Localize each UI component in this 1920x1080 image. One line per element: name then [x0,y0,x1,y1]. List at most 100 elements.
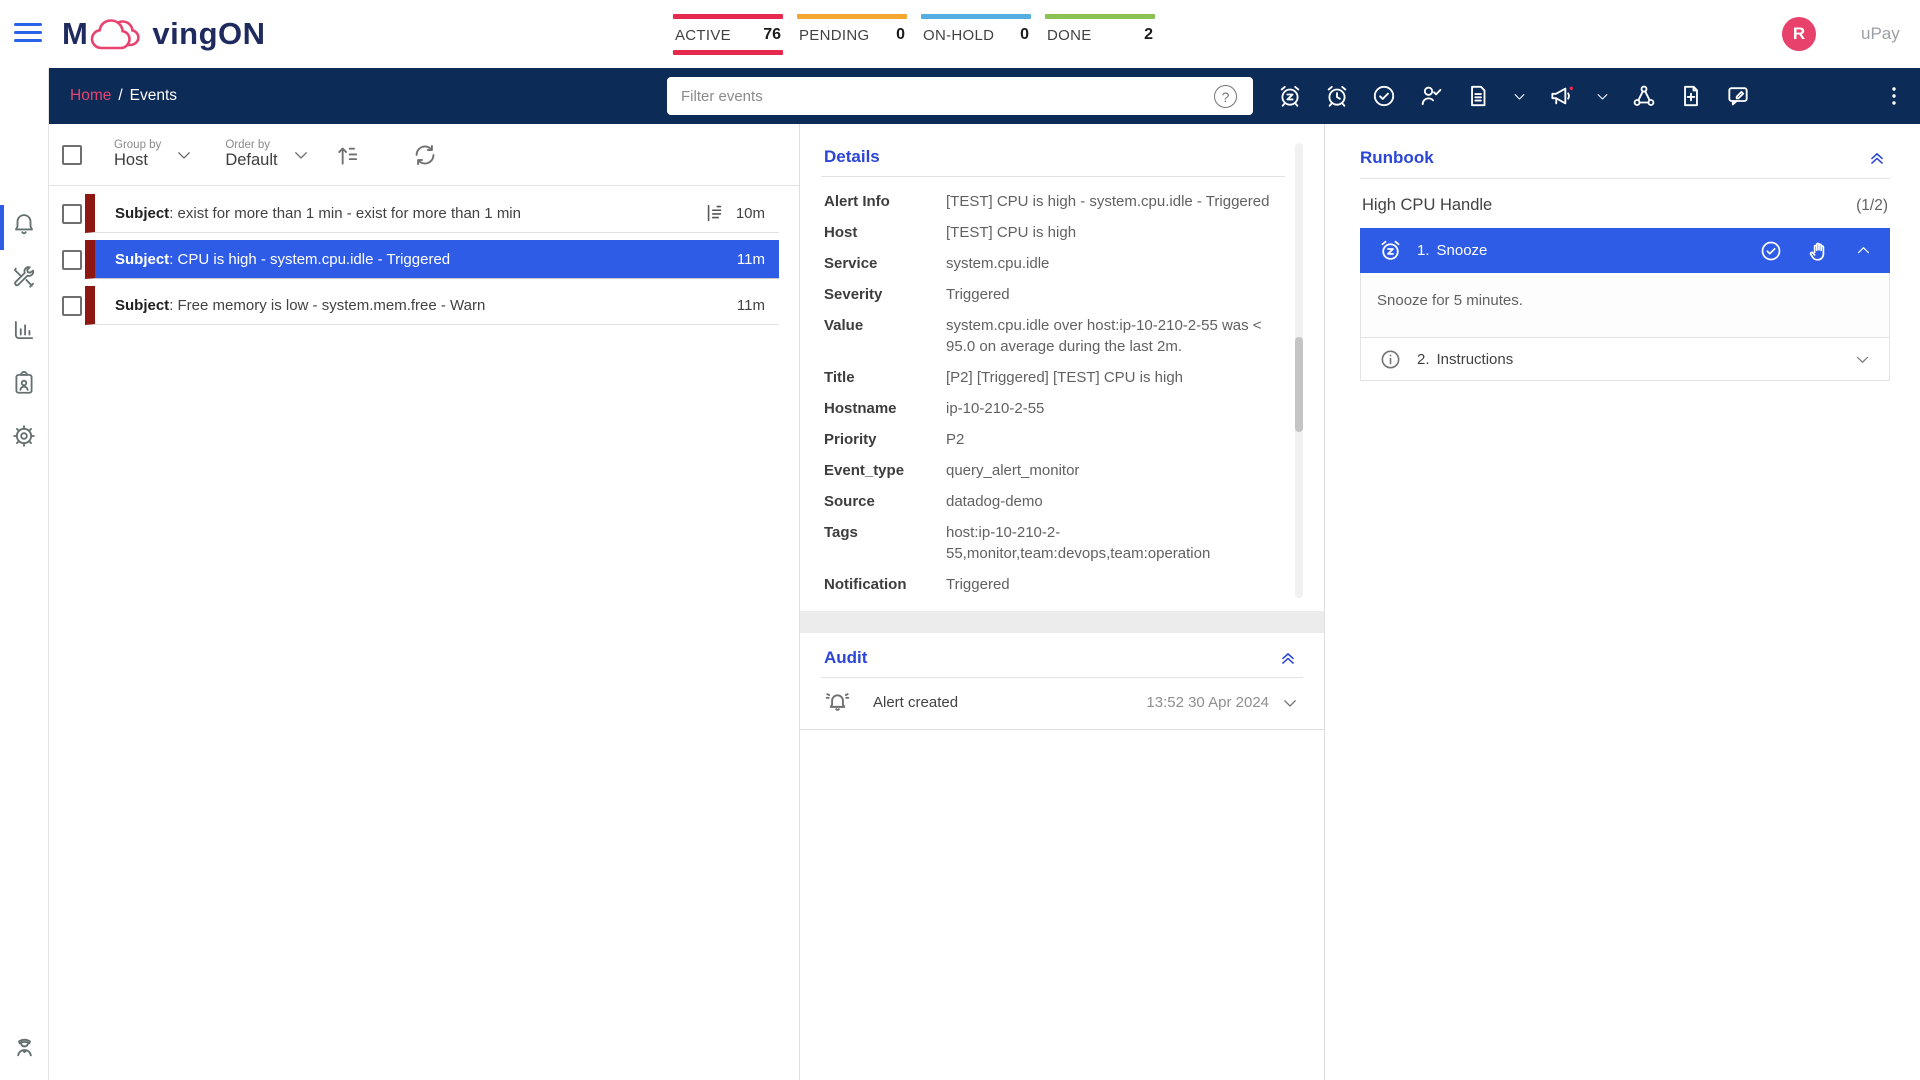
file-add-icon[interactable] [1678,83,1704,109]
clipboard-person-icon[interactable] [11,370,37,396]
chevron-down-icon[interactable] [292,146,310,164]
bar-chart-icon[interactable] [11,317,37,343]
user-check-icon[interactable] [1418,83,1444,109]
cloud-logo-icon [85,12,157,56]
refresh-icon[interactable] [412,142,438,168]
audit-card: Audit Alert created 13:52 30 Apr 2024 [800,633,1324,730]
field-value: system.cpu.idle over host:ip-10-210-2-55… [946,315,1278,357]
check-circle-icon[interactable] [1371,83,1397,109]
hamburger-menu-icon[interactable] [14,23,42,45]
step-label: Snooze [1437,242,1488,259]
left-sidebar [0,68,49,1080]
event-subject-label: Subject [115,297,169,314]
audit-entry: Alert created 13:52 30 Apr 2024 [821,678,1303,729]
event-checkbox[interactable] [62,204,82,224]
runbook-panel: Runbook High CPU Handle (1/2) 1. Snooze [1325,124,1920,1080]
hand-icon[interactable] [1807,239,1831,263]
filter-events-input[interactable] [667,77,1253,115]
field-label: Value [824,315,946,357]
chevron-up-icon[interactable] [1855,242,1872,259]
event-checkbox[interactable] [62,296,82,316]
audit-entry-text: Alert created [873,694,958,711]
event-row-body[interactable]: Subject: CPU is high - system.cpu.idle -… [85,240,779,279]
field-value: system.cpu.idle [946,253,1049,274]
runbook-step-1-body: Snooze for 5 minutes. [1360,273,1890,338]
field-label: Tags [824,522,946,564]
gear-icon[interactable] [11,423,37,449]
event-row-body[interactable]: Subject: exist for more than 1 min - exi… [85,194,779,233]
tools-icon[interactable] [11,264,37,290]
details-panel: Details Alert Info[TEST] CPU is high - s… [800,124,1325,1080]
field-label: Severity [824,284,946,305]
bell-icon[interactable] [11,211,37,237]
snooze-alarm-icon[interactable] [1277,83,1303,109]
field-value: P2 [946,429,964,450]
event-age: 11m [737,251,765,268]
operator-icon[interactable] [11,1033,38,1060]
group-by-label: Group by [114,139,161,151]
tab-label: PENDING [799,27,869,44]
events-list-header: Group by Host Order by Default [49,124,799,186]
chevron-down-icon[interactable] [1512,89,1527,104]
order-by-control[interactable]: Order by Default [225,139,277,170]
alarm-clock-icon[interactable] [1324,83,1350,109]
order-by-label: Order by [225,139,277,151]
breadcrumb-home-link[interactable]: Home [70,87,111,105]
details-scrollbar-thumb[interactable] [1295,337,1303,432]
event-checkbox[interactable] [62,250,82,270]
complete-step-check-circle-icon[interactable] [1759,239,1783,263]
event-subject-text: : Free memory is low - system.mem.free -… [169,297,485,314]
app-logo: M vingON [62,0,266,68]
chevron-down-icon[interactable] [1281,694,1299,712]
event-row-body[interactable]: Subject: Free memory is low - system.mem… [85,286,779,325]
comment-edit-icon[interactable] [1725,83,1751,109]
kebab-menu-icon[interactable] [1882,84,1906,108]
field-value: [TEST] CPU is high [946,222,1076,243]
help-circle-icon[interactable]: ? [1214,85,1237,108]
runbook-name-row: High CPU Handle (1/2) [1362,196,1888,215]
field-label: Notification [824,574,946,595]
group-by-control[interactable]: Group by Host [114,139,161,170]
event-age: 10m [736,205,765,222]
document-icon[interactable] [1465,83,1491,109]
toolbar-actions [1277,68,1751,124]
megaphone-icon[interactable] [1548,83,1574,109]
tab-done[interactable]: DONE 2 [1045,14,1155,55]
audit-title: Audit [824,648,867,668]
sort-icon[interactable] [334,142,360,168]
share-network-icon[interactable] [1631,83,1657,109]
active-nav-indicator [0,205,4,250]
events-toolbar: Home / Events ? [49,68,1920,124]
event-age: 11m [737,297,765,314]
runbook-step-1-header[interactable]: 1. Snooze [1360,228,1890,273]
field-label: Priority [824,429,946,450]
events-list-panel: Group by Host Order by Default [49,124,800,1080]
field-label: Title [824,367,946,388]
audit-entry-timestamp: 13:52 30 Apr 2024 [1146,694,1269,711]
logo-text-suffix: vingON [152,16,265,52]
tab-label: DONE [1047,27,1092,44]
event-log-icon[interactable] [704,202,726,224]
chevron-down-icon[interactable] [1595,89,1610,104]
runbook-step-2-header[interactable]: 2. Instructions [1360,338,1890,381]
tab-count: 2 [1144,26,1153,44]
chevron-down-icon[interactable] [175,146,193,164]
tab-on-hold[interactable]: ON-HOLD 0 [921,14,1031,55]
info-circle-icon [1379,348,1402,371]
runbook-name: High CPU Handle [1362,196,1492,215]
user-avatar[interactable]: R [1782,17,1816,51]
breadcrumb-separator: / [118,87,122,105]
main-content: Group by Host Order by Default [49,124,1920,1080]
field-label: Alert Info [824,191,946,212]
app-header: M vingON ACTIVE 76 PENDING 0 [0,0,1920,68]
event-row: Subject: exist for more than 1 min - exi… [62,194,779,233]
collapse-double-chevron-up-icon[interactable] [1277,647,1299,669]
tab-pending[interactable]: PENDING 0 [797,14,907,55]
select-all-checkbox[interactable] [62,145,82,165]
chevron-down-icon[interactable] [1854,351,1871,368]
status-tabs: ACTIVE 76 PENDING 0 ON-HOLD 0 DONE [673,14,1155,55]
tab-count: 76 [763,26,781,44]
collapse-double-chevron-up-icon[interactable] [1866,147,1888,169]
event-subject-text: : CPU is high - system.cpu.idle - Trigge… [169,251,450,268]
tab-active[interactable]: ACTIVE 76 [673,14,783,55]
